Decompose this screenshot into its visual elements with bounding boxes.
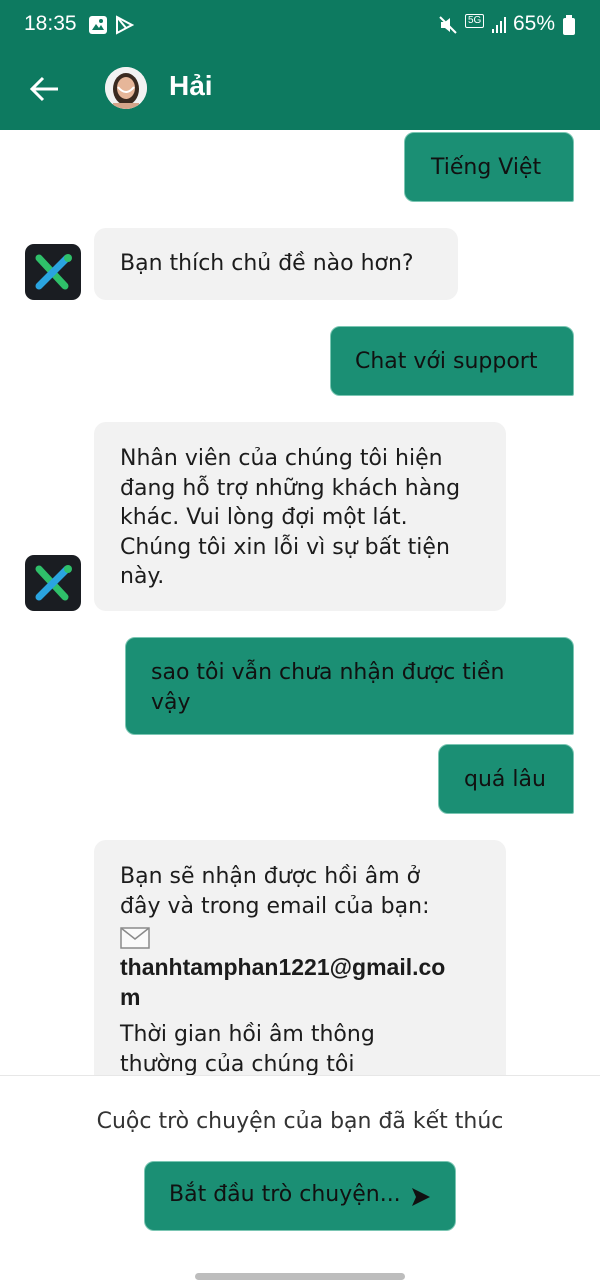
chat-messages: Tiếng Việt Bạn thích chủ đề nào hơn? Cha… bbox=[0, 130, 600, 1075]
user-message: Tiếng Việt bbox=[404, 132, 574, 202]
signal-icon bbox=[492, 17, 506, 33]
bot-message: Nhân viên của chúng tôi hiện đang hỗ trợ… bbox=[94, 422, 506, 611]
message-line: sao tôi vẫn chưa nhận được tiền bbox=[151, 660, 505, 685]
message-line: Thời gian hồi âm thông bbox=[120, 1022, 375, 1047]
message-text: Bạn thích chủ đề nào hơn? bbox=[120, 251, 414, 276]
user-message: quá lâu bbox=[438, 744, 574, 814]
gesture-nav-bar[interactable] bbox=[195, 1273, 405, 1280]
bot-avatar bbox=[25, 244, 81, 300]
bot-message: Bạn thích chủ đề nào hơn? bbox=[94, 228, 458, 300]
message-line: vậy bbox=[151, 690, 191, 715]
chat-header: Hải bbox=[0, 52, 600, 130]
battery-icon bbox=[563, 15, 575, 35]
image-icon bbox=[89, 16, 107, 34]
mute-icon bbox=[439, 16, 457, 34]
start-chat-label: Bắt đầu trò chuyện... bbox=[169, 1182, 401, 1207]
chat-footer: Cuộc trò chuyện của bạn đã kết thúc Bắt … bbox=[0, 1075, 600, 1287]
send-icon bbox=[412, 1188, 430, 1206]
message-text: quá lâu bbox=[464, 767, 546, 792]
message-line: khác. Vui lòng đợi một lát. bbox=[120, 505, 408, 530]
conversation-ended-text: Cuộc trò chuyện của bạn đã kết thúc bbox=[96, 1109, 504, 1134]
back-arrow-icon[interactable] bbox=[28, 72, 62, 106]
bot-message: Bạn sẽ nhận được hồi âm ở đây và trong e… bbox=[94, 840, 506, 1075]
play-store-icon bbox=[116, 15, 134, 35]
bot-avatar bbox=[25, 555, 81, 611]
agent-avatar bbox=[105, 67, 147, 109]
user-message: Chat với support bbox=[330, 326, 574, 396]
message-text: Tiếng Việt bbox=[431, 155, 542, 180]
message-line: Chúng tôi xin lỗi vì sự bất tiện bbox=[120, 534, 450, 560]
envelope-icon bbox=[120, 922, 445, 952]
status-bar: 18:35 5G 65% bbox=[0, 0, 600, 52]
email-address: thanhtamphan1221@gmail.co bbox=[120, 954, 446, 980]
battery-percent: 65% bbox=[513, 12, 556, 35]
user-message: sao tôi vẫn chưa nhận được tiền vậy bbox=[125, 637, 574, 735]
message-line: đang hỗ trợ những khách hàng bbox=[120, 475, 461, 501]
message-line: Bạn sẽ nhận được hồi âm ở bbox=[120, 864, 421, 889]
network-type: 5G bbox=[465, 14, 485, 28]
agent-name: Hải bbox=[169, 70, 213, 101]
status-time: 18:35 bbox=[24, 12, 77, 35]
start-chat-button[interactable]: Bắt đầu trò chuyện... bbox=[144, 1161, 456, 1231]
message-line: thường của chúng tôi bbox=[120, 1052, 355, 1075]
message-line: Nhân viên của chúng tôi hiện bbox=[120, 446, 443, 471]
message-line: này. bbox=[120, 564, 165, 589]
message-text: Chat với support bbox=[355, 349, 538, 374]
email-address-cont: m bbox=[120, 984, 141, 1010]
message-line: đây và trong email của bạn: bbox=[120, 894, 430, 919]
